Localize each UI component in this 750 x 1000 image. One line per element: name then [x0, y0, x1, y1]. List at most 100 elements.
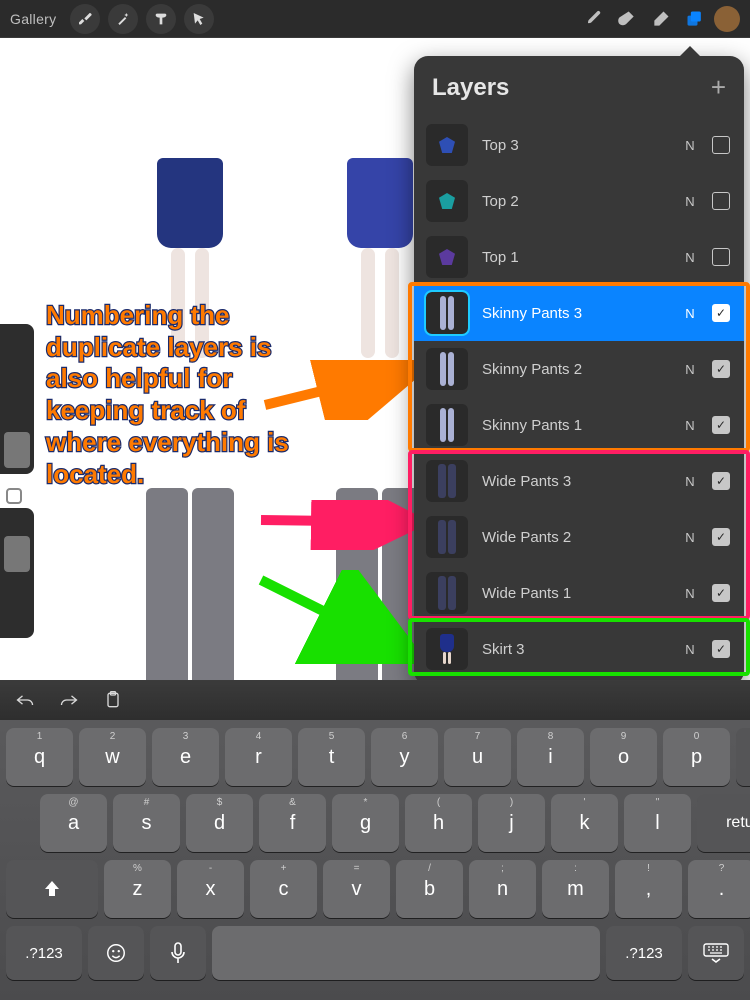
key-k[interactable]: 'k — [551, 794, 618, 852]
layer-name: Wide Pants 2 — [482, 529, 668, 546]
arrow-orange — [260, 360, 430, 420]
key-y[interactable]: 6y — [371, 728, 438, 786]
keyboard: 1q2w3e4r5t6y7u8i9o0p @a#s$d&f*g(h)j'k"lr… — [0, 720, 750, 1000]
layer-thumbnail — [426, 292, 468, 334]
key-s[interactable]: #s — [113, 794, 180, 852]
key-w[interactable]: 2w — [79, 728, 146, 786]
eraser-icon[interactable] — [644, 2, 678, 36]
layer-row[interactable]: Top 2 N — [414, 173, 744, 229]
layer-blend-mode[interactable]: N — [682, 194, 698, 209]
layer-thumbnail — [426, 516, 468, 558]
layer-thumbnail — [426, 180, 468, 222]
undo-icon[interactable] — [14, 689, 36, 711]
key-h[interactable]: (h — [405, 794, 472, 852]
layer-visibility-checkbox[interactable] — [712, 304, 730, 322]
layer-row[interactable]: Wide Pants 2 N — [414, 509, 744, 565]
layer-name: Top 2 — [482, 193, 668, 210]
brush-size-slider[interactable] — [0, 324, 34, 474]
key-v[interactable]: =v — [323, 860, 390, 918]
add-layer-button[interactable]: + — [711, 72, 726, 103]
layer-row[interactable]: Skirt 3N — [414, 621, 744, 677]
key-symbols[interactable]: .?123 — [6, 926, 82, 980]
layer-name: Top 3 — [482, 137, 668, 154]
key-z[interactable]: %z — [104, 860, 171, 918]
key-dictation[interactable] — [150, 926, 206, 980]
selection-icon[interactable] — [146, 4, 176, 34]
gallery-button[interactable]: Gallery — [10, 11, 56, 27]
layer-name: Skinny Pants 3 — [482, 305, 668, 322]
layer-thumbnail — [426, 628, 468, 670]
layer-row[interactable]: Skinny Pants 1N — [414, 397, 744, 453]
key-g[interactable]: *g — [332, 794, 399, 852]
layer-thumbnail — [426, 348, 468, 390]
wrench-icon[interactable] — [70, 4, 100, 34]
layer-visibility-checkbox[interactable] — [712, 528, 730, 546]
key-a[interactable]: @a — [40, 794, 107, 852]
key-l[interactable]: "l — [624, 794, 691, 852]
redo-icon[interactable] — [58, 689, 80, 711]
key-,[interactable]: !, — [615, 860, 682, 918]
layer-row[interactable]: Wide Pants 3N — [414, 453, 744, 509]
layer-blend-mode[interactable]: N — [682, 250, 698, 265]
key-m[interactable]: :m — [542, 860, 609, 918]
key-d[interactable]: $d — [186, 794, 253, 852]
left-sliders — [0, 320, 34, 652]
key-r[interactable]: 4r — [225, 728, 292, 786]
clipboard-icon[interactable] — [102, 689, 124, 711]
layer-blend-mode[interactable]: N — [682, 306, 698, 321]
key-return[interactable]: return — [697, 794, 750, 852]
layer-row[interactable]: Skinny Pants 2N — [414, 341, 744, 397]
key-c[interactable]: +c — [250, 860, 317, 918]
layer-blend-mode[interactable]: N — [682, 530, 698, 545]
key-shift-left[interactable] — [6, 860, 98, 918]
layer-row[interactable]: Wide Pants 1 N — [414, 565, 744, 621]
key-space[interactable] — [212, 926, 600, 980]
key-hide-keyboard[interactable] — [688, 926, 744, 980]
layer-blend-mode[interactable]: N — [682, 418, 698, 433]
layer-row[interactable]: Top 1N — [414, 229, 744, 285]
key-j[interactable]: )j — [478, 794, 545, 852]
key-u[interactable]: 7u — [444, 728, 511, 786]
layer-visibility-checkbox[interactable] — [712, 136, 730, 154]
layer-row[interactable]: Skinny Pants 3 N — [414, 285, 744, 341]
modify-icon[interactable] — [6, 488, 22, 504]
key-.[interactable]: ?. — [688, 860, 750, 918]
layer-visibility-checkbox[interactable] — [712, 584, 730, 602]
key-emoji[interactable] — [88, 926, 144, 980]
key-symbols-right[interactable]: .?123 — [606, 926, 682, 980]
smudge-icon[interactable] — [610, 2, 644, 36]
key-i[interactable]: 8i — [517, 728, 584, 786]
key-o[interactable]: 9o — [590, 728, 657, 786]
cursor-icon[interactable] — [184, 4, 214, 34]
layers-icon[interactable] — [678, 2, 712, 36]
layer-blend-mode[interactable]: N — [682, 474, 698, 489]
layer-visibility-checkbox[interactable] — [712, 248, 730, 266]
layer-visibility-checkbox[interactable] — [712, 472, 730, 490]
layer-visibility-checkbox[interactable] — [712, 360, 730, 378]
key-t[interactable]: 5t — [298, 728, 365, 786]
layer-blend-mode[interactable]: N — [682, 642, 698, 657]
layer-blend-mode[interactable]: N — [682, 138, 698, 153]
key-f[interactable]: &f — [259, 794, 326, 852]
key-n[interactable]: ;n — [469, 860, 536, 918]
layer-visibility-checkbox[interactable] — [712, 192, 730, 210]
key-backspace[interactable] — [736, 728, 750, 786]
wand-icon[interactable] — [108, 4, 138, 34]
key-q[interactable]: 1q — [6, 728, 73, 786]
key-x[interactable]: -x — [177, 860, 244, 918]
layer-thumbnail — [426, 124, 468, 166]
layer-blend-mode[interactable]: N — [682, 586, 698, 601]
key-p[interactable]: 0p — [663, 728, 730, 786]
color-swatch[interactable] — [714, 6, 740, 32]
brush-icon[interactable] — [576, 2, 610, 36]
layer-blend-mode[interactable]: N — [682, 362, 698, 377]
layer-row[interactable]: Top 3 N — [414, 117, 744, 173]
brush-opacity-slider[interactable] — [0, 508, 34, 638]
layer-visibility-checkbox[interactable] — [712, 416, 730, 434]
autocorrect-bar — [0, 680, 750, 720]
key-b[interactable]: /b — [396, 860, 463, 918]
layer-name: Wide Pants 1 — [482, 585, 668, 602]
layer-visibility-checkbox[interactable] — [712, 640, 730, 658]
key-e[interactable]: 3e — [152, 728, 219, 786]
layers-panel: Layers + Top 3NTop 2NTop 1NSkinny Pants … — [414, 56, 744, 685]
